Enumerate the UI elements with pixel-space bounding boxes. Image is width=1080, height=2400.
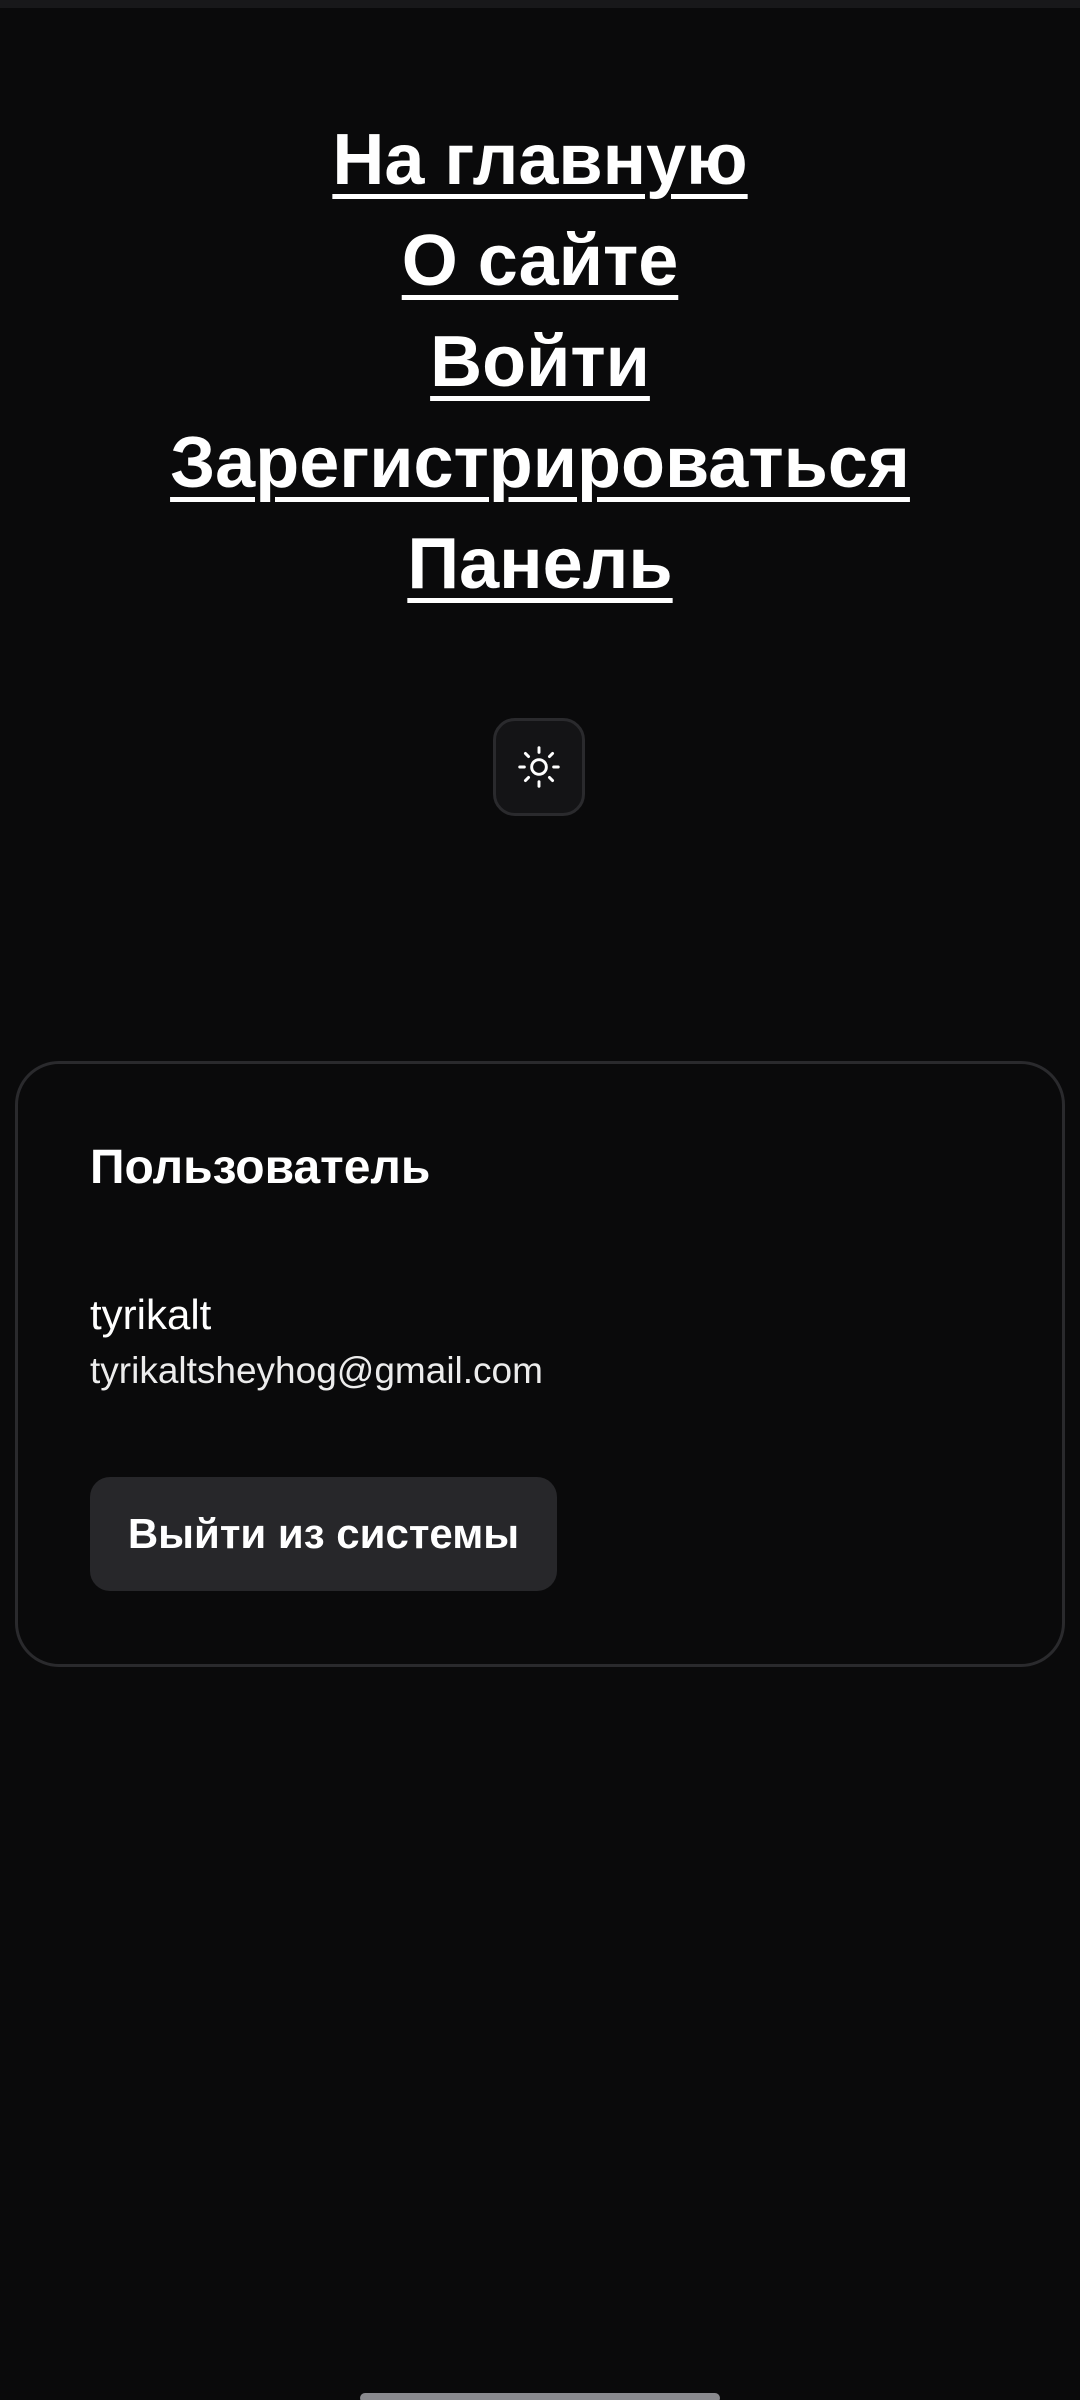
- status-bar-strip: [0, 0, 1080, 8]
- nav-link-register[interactable]: Зарегистрироваться: [170, 413, 910, 514]
- nav-link-panel[interactable]: Панель: [407, 514, 672, 615]
- logout-button[interactable]: Выйти из системы: [90, 1477, 557, 1591]
- user-card: Пользователь tyrikalt tyrikaltsheyhog@gm…: [15, 1061, 1065, 1667]
- username-text: tyrikalt: [90, 1291, 212, 1338]
- home-indicator: [360, 2393, 720, 2400]
- card-title: Пользователь: [90, 1141, 431, 1194]
- main-nav: На главную О сайте Войти Зарегистрироват…: [0, 110, 1080, 615]
- nav-link-login[interactable]: Войти: [430, 312, 650, 413]
- nav-link-about[interactable]: О сайте: [402, 211, 679, 312]
- email-text: tyrikaltsheyhog@gmail.com: [90, 1350, 543, 1391]
- nav-link-home[interactable]: На главную: [332, 110, 747, 211]
- sun-icon: [518, 746, 560, 788]
- page: На главную О сайте Войти Зарегистрироват…: [0, 0, 1080, 2400]
- theme-toggle-button[interactable]: [493, 718, 585, 816]
